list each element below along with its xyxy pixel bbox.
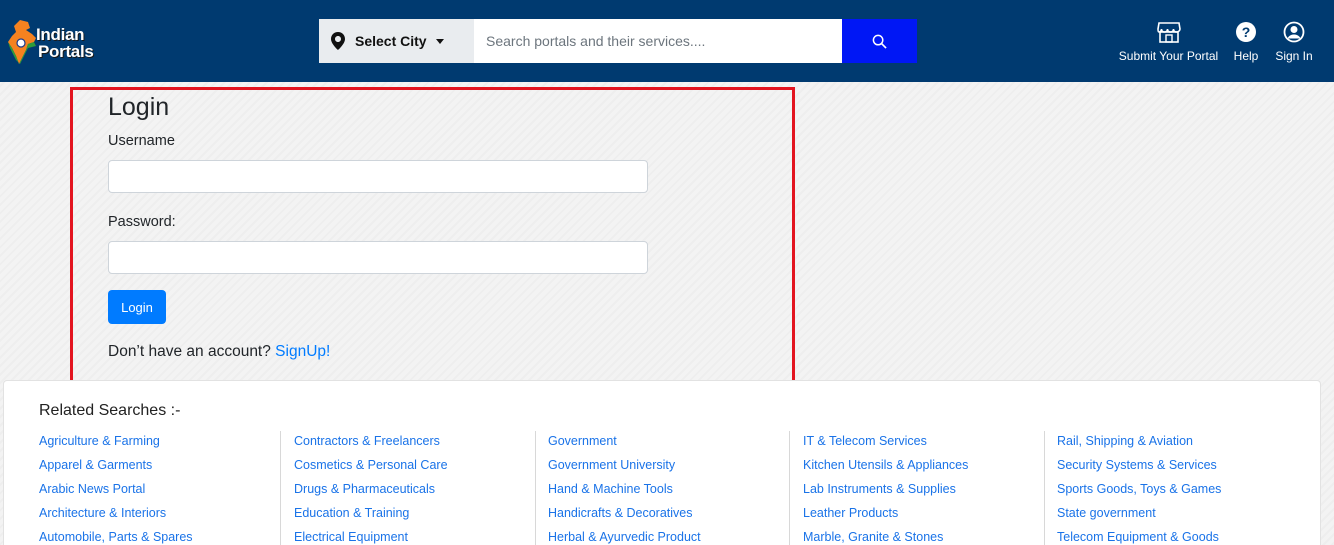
user-circle-icon bbox=[1283, 20, 1305, 44]
username-label: Username bbox=[108, 133, 175, 149]
related-link[interactable]: Lab Instruments & Supplies bbox=[803, 479, 1043, 503]
sign-in-link[interactable]: Sign In bbox=[1273, 20, 1315, 63]
related-link[interactable]: Apparel & Garments bbox=[39, 455, 293, 479]
login-panel: Login Username Password: Login Don’t hav… bbox=[70, 87, 795, 386]
search-button[interactable] bbox=[842, 19, 917, 63]
password-input[interactable] bbox=[108, 241, 648, 274]
related-link[interactable]: Herbal & Ayurvedic Product bbox=[548, 527, 789, 545]
related-link[interactable]: Security Systems & Services bbox=[1057, 455, 1298, 479]
city-select[interactable]: Select City bbox=[319, 19, 474, 63]
login-title: Login bbox=[108, 93, 170, 121]
search-icon bbox=[872, 34, 887, 49]
related-link[interactable]: Sports Goods, Toys & Games bbox=[1057, 479, 1298, 503]
related-link[interactable]: Architecture & Interiors bbox=[39, 503, 293, 527]
svg-text:?: ? bbox=[1242, 24, 1251, 40]
related-link[interactable]: Leather Products bbox=[803, 503, 1043, 527]
related-link[interactable]: Contractors & Freelancers bbox=[294, 431, 534, 455]
related-link[interactable]: Telecom Equipment & Goods bbox=[1057, 527, 1298, 545]
related-link[interactable]: Agriculture & Farming bbox=[39, 431, 293, 455]
store-icon bbox=[1156, 20, 1181, 44]
search-input[interactable] bbox=[474, 19, 842, 63]
submit-portal-link[interactable]: Submit Your Portal bbox=[1118, 20, 1219, 63]
caret-down-icon bbox=[435, 38, 444, 44]
signup-prompt-text: Don’t have an account? bbox=[108, 343, 276, 360]
related-searches-title: Related Searches :- bbox=[39, 402, 181, 419]
related-link[interactable]: State government bbox=[1057, 503, 1298, 527]
related-column-5: Rail, Shipping & Aviation Security Syste… bbox=[1044, 431, 1298, 545]
location-pin-icon bbox=[331, 32, 345, 50]
signup-prompt: Don’t have an account? SignUp! bbox=[108, 343, 330, 361]
top-header: Indian Portals Select City Submit Your P… bbox=[0, 0, 1334, 82]
related-column-1: Agriculture & Farming Apparel & Garments… bbox=[39, 431, 293, 545]
login-button[interactable]: Login bbox=[108, 290, 166, 324]
city-select-label: Select City bbox=[355, 33, 427, 49]
related-link[interactable]: Government University bbox=[548, 455, 789, 479]
related-link[interactable]: Hand & Machine Tools bbox=[548, 479, 789, 503]
related-searches-panel: Related Searches :- Agriculture & Farmin… bbox=[3, 380, 1321, 545]
related-link[interactable]: Government bbox=[548, 431, 789, 455]
help-label: Help bbox=[1233, 49, 1259, 63]
related-link[interactable]: Rail, Shipping & Aviation bbox=[1057, 431, 1298, 455]
site-logo[interactable]: Indian Portals bbox=[6, 18, 116, 68]
sign-in-label: Sign In bbox=[1275, 49, 1313, 63]
logo-text-line1: Indian bbox=[36, 25, 85, 44]
help-link[interactable]: ? Help bbox=[1231, 20, 1261, 63]
password-label: Password: bbox=[108, 214, 176, 230]
related-link[interactable]: Handicrafts & Decoratives bbox=[548, 503, 789, 527]
related-link[interactable]: IT & Telecom Services bbox=[803, 431, 1043, 455]
logo-text-line2: Portals bbox=[38, 42, 94, 61]
submit-portal-label: Submit Your Portal bbox=[1118, 49, 1219, 63]
related-link[interactable]: Arabic News Portal bbox=[39, 479, 293, 503]
related-link[interactable]: Automobile, Parts & Spares bbox=[39, 527, 293, 545]
related-link[interactable]: Drugs & Pharmaceuticals bbox=[294, 479, 534, 503]
related-link[interactable]: Cosmetics & Personal Care bbox=[294, 455, 534, 479]
related-link[interactable]: Kitchen Utensils & Appliances bbox=[803, 455, 1043, 479]
related-link[interactable]: Education & Training bbox=[294, 503, 534, 527]
related-column-3: Government Government University Hand & … bbox=[535, 431, 789, 545]
related-link[interactable]: Electrical Equipment bbox=[294, 527, 534, 545]
username-input[interactable] bbox=[108, 160, 648, 193]
help-icon: ? bbox=[1235, 20, 1257, 44]
related-column-4: IT & Telecom Services Kitchen Utensils &… bbox=[789, 431, 1043, 545]
related-column-2: Contractors & Freelancers Cosmetics & Pe… bbox=[280, 431, 534, 545]
signup-link[interactable]: SignUp! bbox=[275, 343, 330, 360]
related-link[interactable]: Marble, Granite & Stones bbox=[803, 527, 1043, 545]
